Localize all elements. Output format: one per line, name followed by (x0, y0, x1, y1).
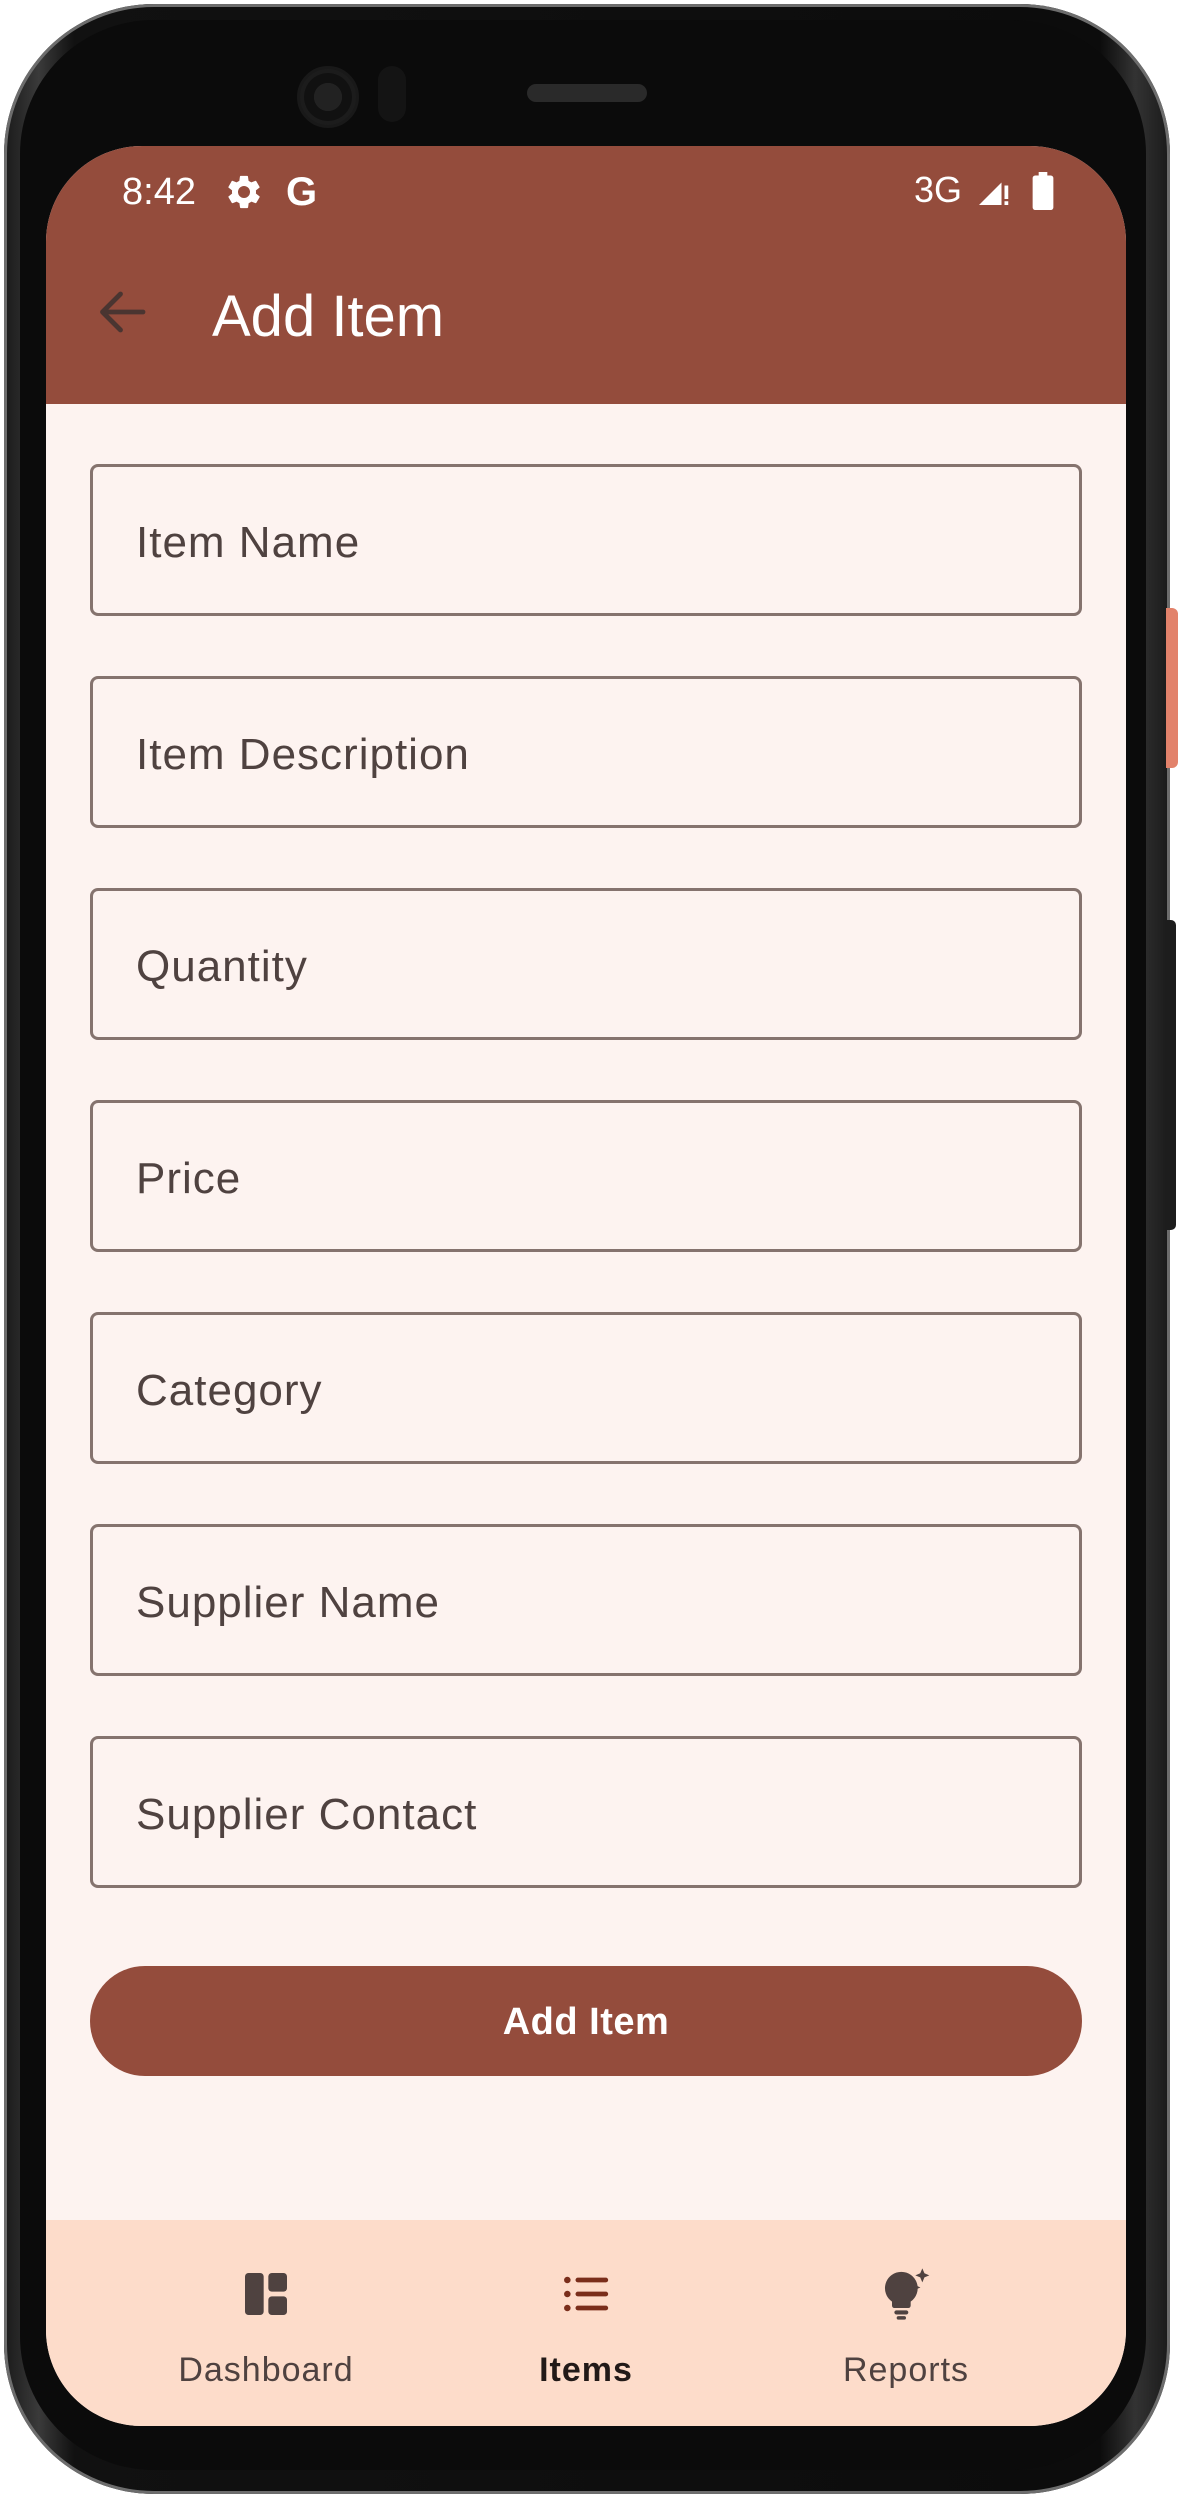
nav-item-reports[interactable]: Reports (726, 2220, 1086, 2426)
item-name-placeholder: Item Name (136, 518, 361, 567)
gear-icon (228, 175, 260, 209)
category-placeholder: Category (136, 1366, 323, 1415)
bottom-navigation: Dashboard Items Reports (46, 2220, 1126, 2426)
battery-icon (1032, 172, 1054, 210)
lightbulb-icon (884, 2268, 930, 2320)
supplier-contact-placeholder: Supplier Contact (136, 1790, 478, 1839)
nav-label-dashboard: Dashboard (178, 2351, 354, 2389)
top-app-bar: Add Item (46, 236, 1126, 404)
item-name-field[interactable]: Item Name (90, 464, 1082, 616)
category-field[interactable]: Category (90, 1312, 1082, 1464)
nav-label-items: Items (539, 2351, 633, 2389)
quantity-field[interactable]: Quantity (90, 888, 1082, 1040)
status-bar: 8:42 G 3G (46, 146, 1126, 236)
supplier-name-placeholder: Supplier Name (136, 1578, 441, 1627)
network-type: 3G (914, 169, 963, 210)
item-description-field[interactable]: Item Description (90, 676, 1082, 828)
status-time: 8:42 (122, 171, 196, 213)
supplier-contact-field[interactable]: Supplier Contact (90, 1736, 1082, 1888)
volume-button[interactable] (1166, 920, 1176, 1230)
price-field[interactable]: Price (90, 1100, 1082, 1252)
nav-item-dashboard[interactable]: Dashboard (86, 2220, 446, 2426)
page-title: Add Item (212, 284, 445, 349)
power-button[interactable] (1166, 608, 1178, 768)
device: 8:42 G 3G Add Item Item Name Item Descri… (0, 0, 1178, 2498)
screen: 8:42 G 3G Add Item Item Name Item Descri… (46, 146, 1126, 2426)
quantity-placeholder: Quantity (136, 942, 308, 991)
signal-icon (979, 182, 1009, 205)
price-placeholder: Price (136, 1154, 242, 1203)
nav-label-reports: Reports (842, 2351, 970, 2389)
add-item-button[interactable]: Add Item (90, 1966, 1082, 2076)
item-description-placeholder: Item Description (136, 730, 470, 779)
arrow-back-icon[interactable] (86, 276, 158, 348)
google-icon: G (286, 170, 318, 214)
earpiece-speaker (527, 84, 647, 102)
nav-item-items[interactable]: Items (406, 2220, 766, 2426)
add-item-form: Item Name Item Description Quantity Pric… (90, 464, 1082, 1948)
list-icon (564, 2276, 609, 2312)
supplier-name-field[interactable]: Supplier Name (90, 1524, 1082, 1676)
front-camera (297, 66, 359, 128)
proximity-sensor (378, 66, 406, 122)
dashboard-icon (245, 2273, 287, 2315)
